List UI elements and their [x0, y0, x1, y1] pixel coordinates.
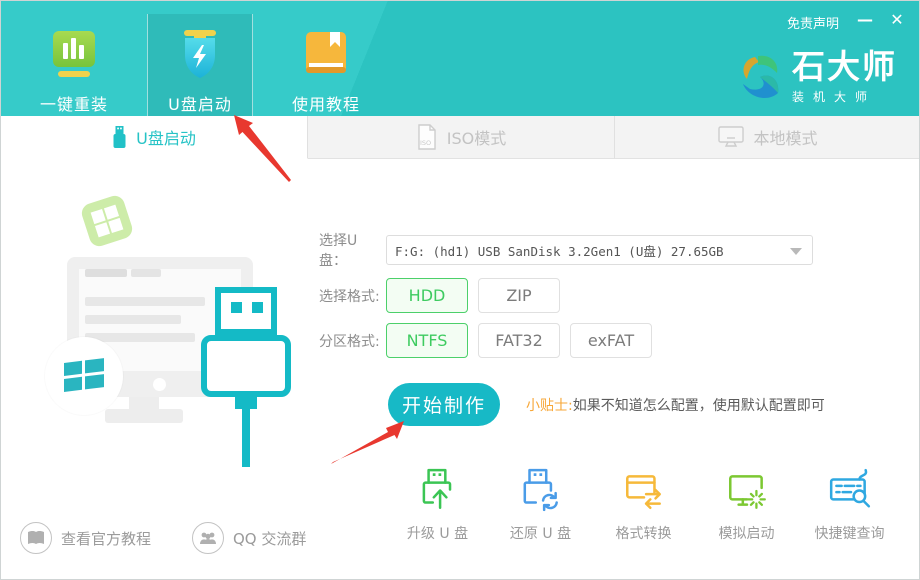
svg-text:ISO: ISO — [420, 139, 431, 147]
brand-logo: 石大师 装机大师 — [736, 49, 897, 105]
tool-label: 升级 U 盘 — [386, 523, 489, 543]
usb-upgrade-icon — [415, 467, 461, 513]
mode-tab-iso[interactable]: ISO ISO模式 — [308, 116, 615, 159]
mode-tab-local[interactable]: 本地模式 — [615, 116, 920, 159]
tool-simulate-boot[interactable]: 模拟启动 — [695, 467, 798, 543]
partition-option-fat32[interactable]: FAT32 — [478, 323, 560, 358]
local-monitor-icon — [718, 125, 744, 149]
tab-usb-boot[interactable]: U盘启动 — [147, 14, 253, 116]
book-open-icon — [20, 522, 52, 554]
usb-drive-select[interactable]: F:G: (hd1) USB SanDisk 3.2Gen1 (U盘) 27.6… — [386, 235, 813, 265]
minimize-button[interactable]: — — [853, 9, 877, 31]
usb-plug-illustration — [199, 287, 291, 467]
usb-drive-value: F:G: (hd1) USB SanDisk 3.2Gen1 (U盘) 27.6… — [395, 241, 724, 260]
brand-swirl-icon — [736, 52, 782, 102]
partition-label: 分区格式: — [319, 331, 384, 351]
tool-label: 格式转换 — [592, 523, 695, 543]
chart-icon — [50, 29, 98, 83]
mode-tab-label: ISO模式 — [447, 125, 506, 149]
usb-select-label: 选择U盘： — [319, 230, 384, 270]
tab-one-key-reinstall[interactable]: 一键重装 — [21, 14, 127, 116]
app-window: 一键重装 U盘启动 使用教程 免责声明 — ✕ — [0, 0, 920, 580]
link-label: 查看官方教程 — [61, 528, 151, 549]
disclaimer-link[interactable]: 免责声明 — [787, 13, 839, 32]
tool-restore-usb[interactable]: 还原 U 盘 — [489, 467, 592, 543]
header: 一键重装 U盘启动 使用教程 免责声明 — ✕ — [1, 1, 920, 116]
mode-tab-label: 本地模式 — [753, 125, 817, 149]
windows-flag-badge — [45, 337, 123, 415]
mode-tab-label: U盘启动 — [136, 125, 196, 149]
simulate-boot-icon — [724, 467, 770, 513]
tool-hotkey-query[interactable]: 快捷键查询 — [798, 467, 901, 543]
link-label: QQ 交流群 — [233, 528, 306, 549]
close-button[interactable]: ✕ — [885, 9, 909, 31]
tools-row: 升级 U 盘 还原 U 盘 — [386, 467, 920, 543]
chevron-down-icon — [790, 248, 802, 255]
qq-group-link[interactable]: QQ 交流群 — [192, 522, 306, 554]
windows-tile-icon — [79, 193, 134, 248]
tool-upgrade-usb[interactable]: 升级 U 盘 — [386, 467, 489, 543]
tip-text: 小贴士:如果不知道怎么配置，使用默认配置即可 — [526, 395, 825, 415]
iso-file-icon: ISO — [416, 124, 438, 150]
shield-icon — [176, 29, 224, 83]
brand-name: 石大师 — [792, 49, 897, 85]
tab-label: 使用教程 — [273, 91, 379, 115]
usb-restore-icon — [518, 467, 564, 513]
tab-tutorial[interactable]: 使用教程 — [273, 14, 379, 116]
format-option-hdd[interactable]: HDD — [386, 278, 468, 313]
tool-label: 模拟启动 — [695, 523, 798, 543]
people-group-icon — [192, 522, 224, 554]
tab-label: U盘启动 — [148, 91, 252, 115]
usb-illustration — [1, 159, 331, 489]
mode-tab-usb-boot[interactable]: U盘启动 — [1, 116, 308, 159]
book-icon — [302, 29, 350, 83]
usb-stick-icon — [112, 125, 127, 149]
partition-option-exfat[interactable]: exFAT — [570, 323, 652, 358]
tool-label: 还原 U 盘 — [489, 523, 592, 543]
format-label: 选择格式: — [319, 286, 384, 306]
monitor-stand — [129, 397, 159, 409]
official-tutorial-link[interactable]: 查看官方教程 — [20, 522, 151, 554]
hotkey-query-icon — [827, 467, 873, 513]
format-convert-icon — [621, 467, 667, 513]
partition-option-ntfs[interactable]: NTFS — [386, 323, 468, 358]
main-content: 选择U盘： F:G: (hd1) USB SanDisk 3.2Gen1 (U盘… — [1, 159, 920, 580]
tab-label: 一键重装 — [21, 91, 127, 115]
format-option-zip[interactable]: ZIP — [478, 278, 560, 313]
start-button[interactable]: 开始制作 — [388, 383, 500, 426]
tool-label: 快捷键查询 — [798, 523, 901, 543]
tool-format-convert[interactable]: 格式转换 — [592, 467, 695, 543]
mode-tab-bar: U盘启动 ISO ISO模式 本地模式 — [1, 116, 920, 159]
brand-subtitle: 装机大师 — [792, 88, 897, 105]
